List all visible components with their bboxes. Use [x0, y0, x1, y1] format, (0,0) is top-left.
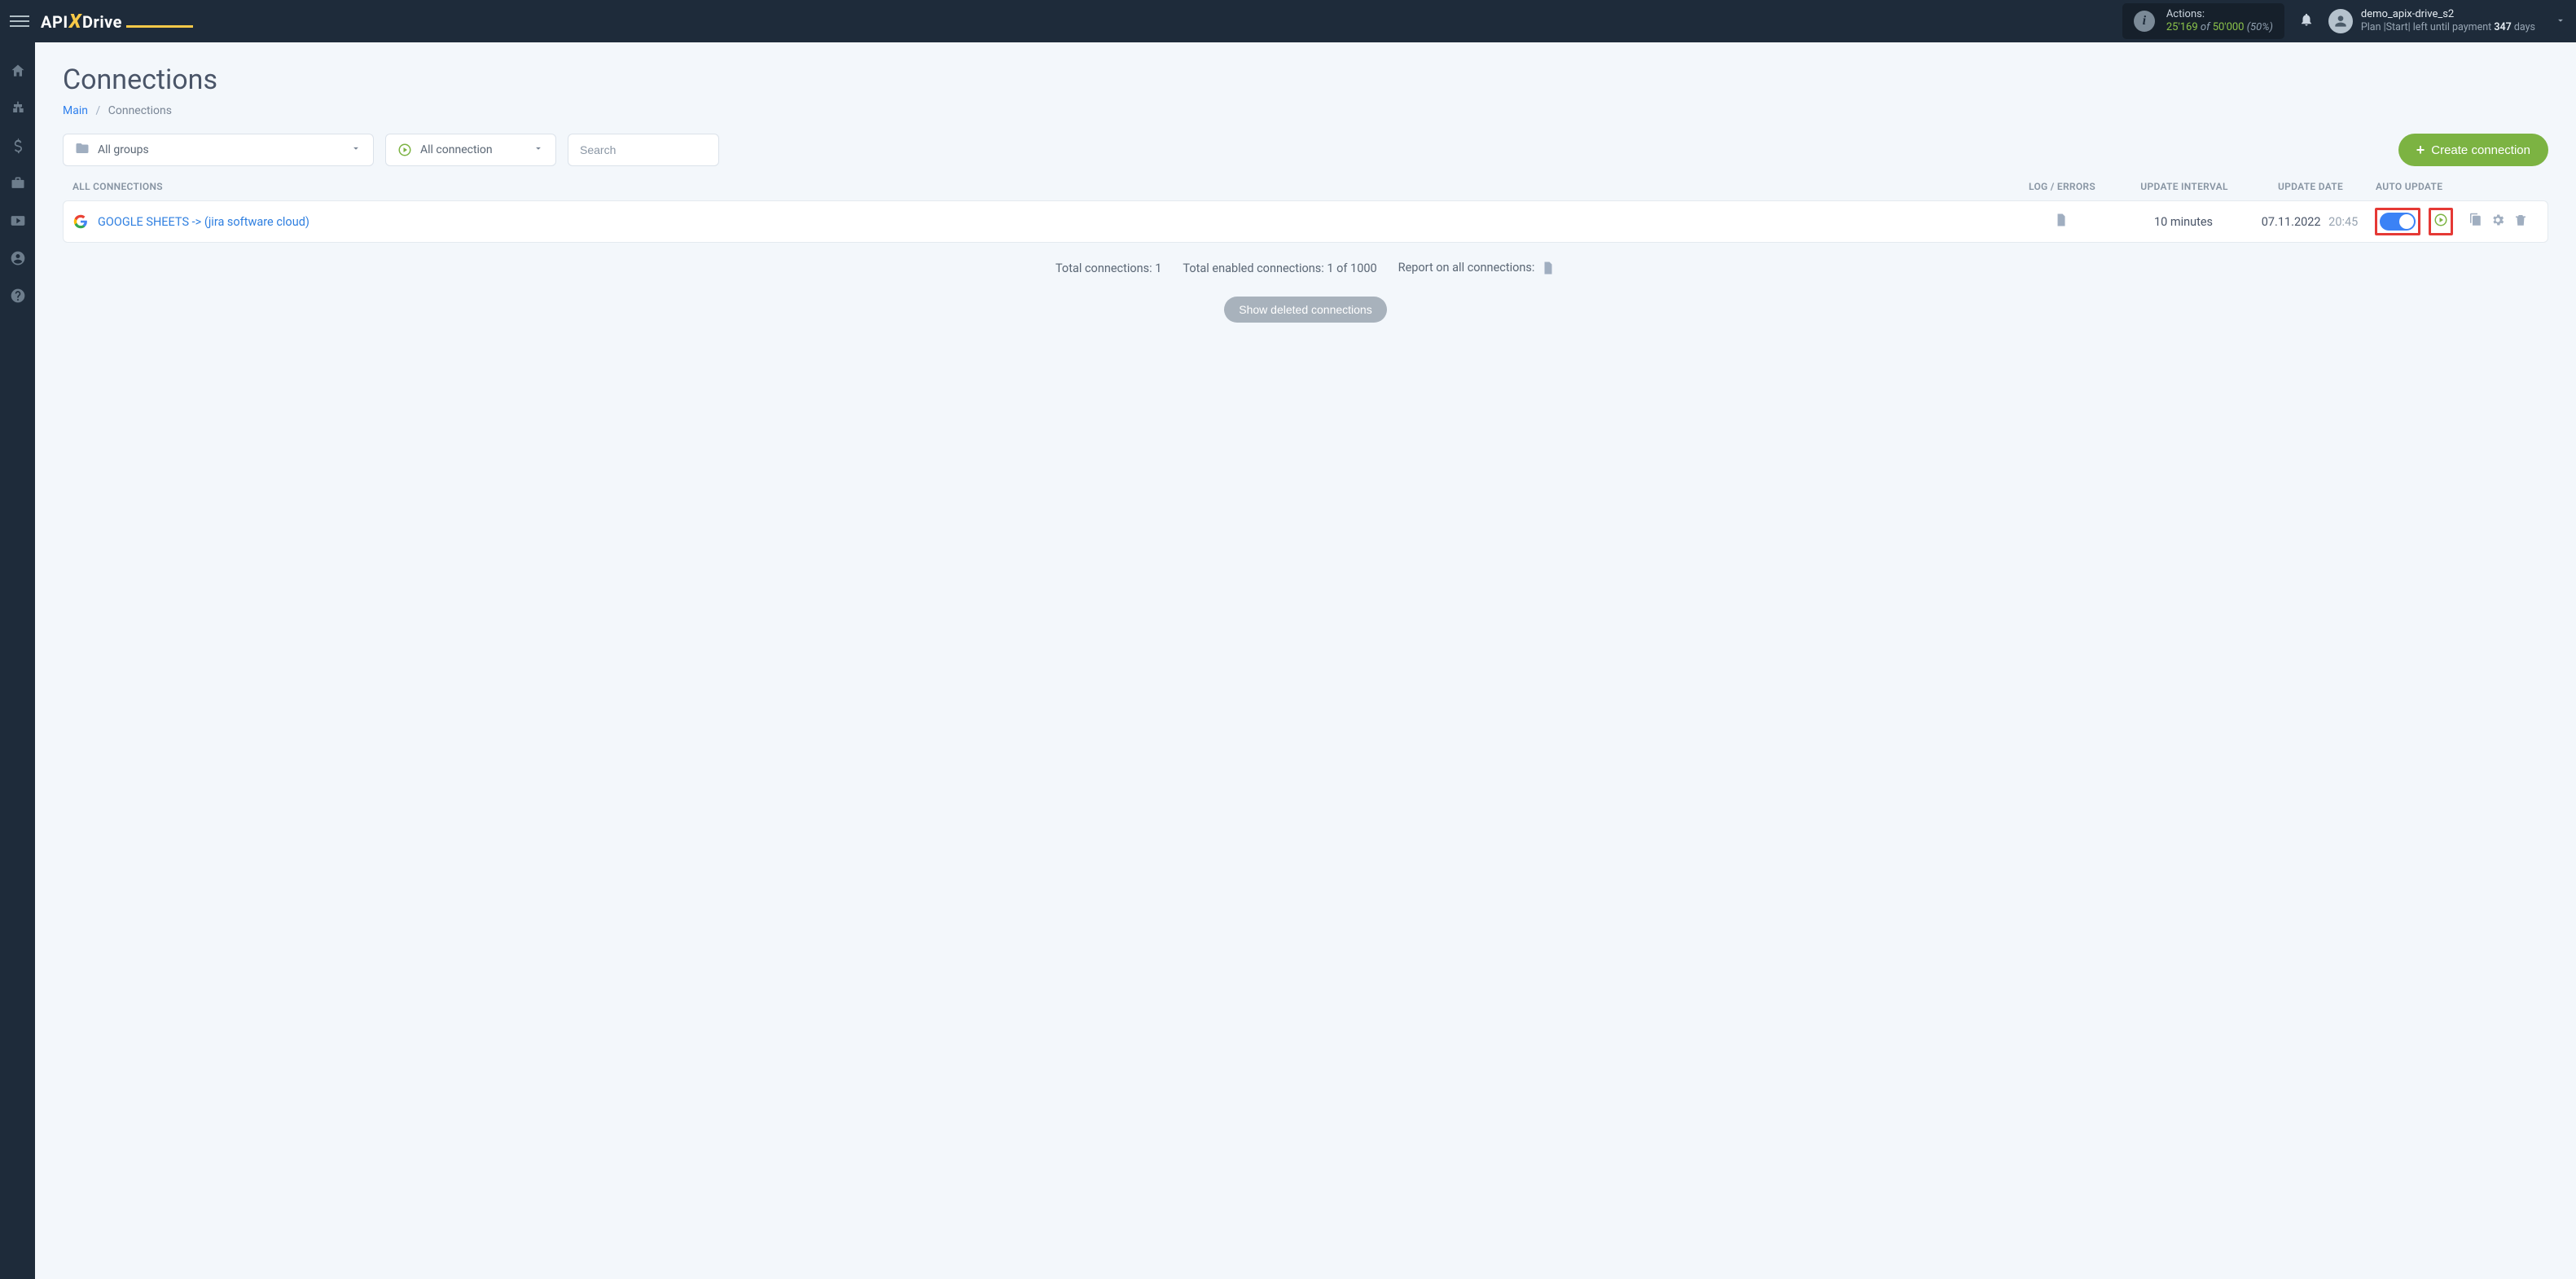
column-date: UPDATE DATE	[2245, 181, 2376, 192]
column-auto: AUTO UPDATE	[2376, 181, 2539, 192]
column-interval: UPDATE INTERVAL	[2123, 181, 2245, 192]
play-circle-icon	[397, 143, 412, 157]
connection-dropdown-label: All connection	[420, 143, 493, 156]
notifications-bell-icon[interactable]	[2299, 12, 2314, 31]
home-icon[interactable]	[9, 62, 27, 80]
log-icon-cell	[2000, 213, 2122, 231]
help-icon[interactable]	[9, 287, 27, 305]
chevron-down-icon	[533, 143, 544, 157]
report-document-icon[interactable]	[1541, 261, 1556, 275]
report-label: Report on all connections:	[1398, 261, 1535, 275]
actions-of: of	[2201, 21, 2210, 33]
create-connection-button[interactable]: + Create connection	[2398, 134, 2548, 166]
logo[interactable]: APIXDrive	[41, 10, 193, 33]
gear-icon[interactable]	[2490, 213, 2505, 231]
top-header: APIXDrive i Actions: 25'169 of 50'000 (5…	[0, 0, 2576, 42]
document-icon[interactable]	[2054, 217, 2069, 231]
folder-icon	[75, 141, 90, 159]
breadcrumb-current: Connections	[108, 104, 172, 117]
video-icon[interactable]	[9, 212, 27, 230]
enabled-connections: Total enabled connections: 1 of 1000	[1183, 262, 1376, 275]
dollar-icon[interactable]	[9, 137, 27, 155]
show-deleted-button[interactable]: Show deleted connections	[1224, 297, 1386, 323]
column-all: ALL CONNECTIONS	[72, 181, 2001, 192]
page-title: Connections	[63, 64, 2548, 96]
actions-used: 25'169	[2166, 21, 2198, 33]
actions-pct: (50%)	[2247, 21, 2273, 33]
breadcrumb: Main / Connections	[63, 104, 2548, 117]
trash-icon[interactable]	[2513, 213, 2528, 231]
search-input[interactable]	[568, 134, 719, 166]
plan-prefix: Plan |Start| left until payment	[2361, 21, 2494, 33]
menu-toggle-icon[interactable]	[10, 11, 29, 31]
interval-cell: 10 minutes	[2122, 215, 2245, 229]
chevron-down-icon	[2555, 14, 2566, 29]
connection-status-dropdown[interactable]: All connection	[385, 134, 556, 166]
actions-label: Actions:	[2166, 8, 2273, 21]
google-icon	[73, 214, 88, 229]
main-content: Connections Main / Connections All group…	[35, 42, 2576, 344]
breadcrumb-main-link[interactable]: Main	[63, 104, 88, 117]
user-name: demo_apix-drive_s2	[2361, 8, 2535, 21]
update-date: 07.11.2022	[2262, 215, 2321, 229]
total-connections: Total connections: 1	[1055, 262, 1161, 275]
highlight-auto-update	[2375, 208, 2420, 235]
plan-days: 347	[2494, 21, 2511, 33]
briefcase-icon[interactable]	[9, 174, 27, 192]
actions-total: 50'000	[2213, 21, 2245, 33]
user-menu[interactable]: demo_apix-drive_s2 Plan |Start| left unt…	[2328, 8, 2566, 34]
connection-name-link[interactable]: GOOGLE SHEETS -> (jira software cloud)	[98, 215, 309, 229]
chevron-down-icon	[350, 143, 362, 157]
update-time: 20:45	[2328, 215, 2358, 229]
plan-suffix: days	[2512, 21, 2535, 33]
sitemap-icon[interactable]	[9, 99, 27, 117]
column-log: LOG / ERRORS	[2001, 181, 2123, 192]
summary-row: Total connections: 1 Total enabled conne…	[63, 261, 2548, 275]
groups-dropdown-label: All groups	[98, 143, 149, 156]
profile-icon[interactable]	[9, 249, 27, 267]
copy-icon[interactable]	[2468, 213, 2482, 231]
actions-usage-box[interactable]: i Actions: 25'169 of 50'000 (50%)	[2122, 3, 2284, 40]
create-connection-label: Create connection	[2431, 143, 2530, 157]
run-play-icon[interactable]	[2433, 213, 2448, 231]
auto-update-toggle[interactable]	[2380, 213, 2416, 231]
plus-icon: +	[2416, 142, 2425, 159]
highlight-run	[2429, 208, 2453, 235]
user-avatar-icon	[2328, 9, 2353, 33]
table-header: ALL CONNECTIONS LOG / ERRORS UPDATE INTE…	[63, 181, 2548, 200]
info-icon: i	[2134, 11, 2155, 32]
groups-dropdown[interactable]: All groups	[63, 134, 374, 166]
sidebar	[0, 42, 35, 1279]
connection-row: GOOGLE SHEETS -> (jira software cloud) 1…	[63, 200, 2548, 243]
